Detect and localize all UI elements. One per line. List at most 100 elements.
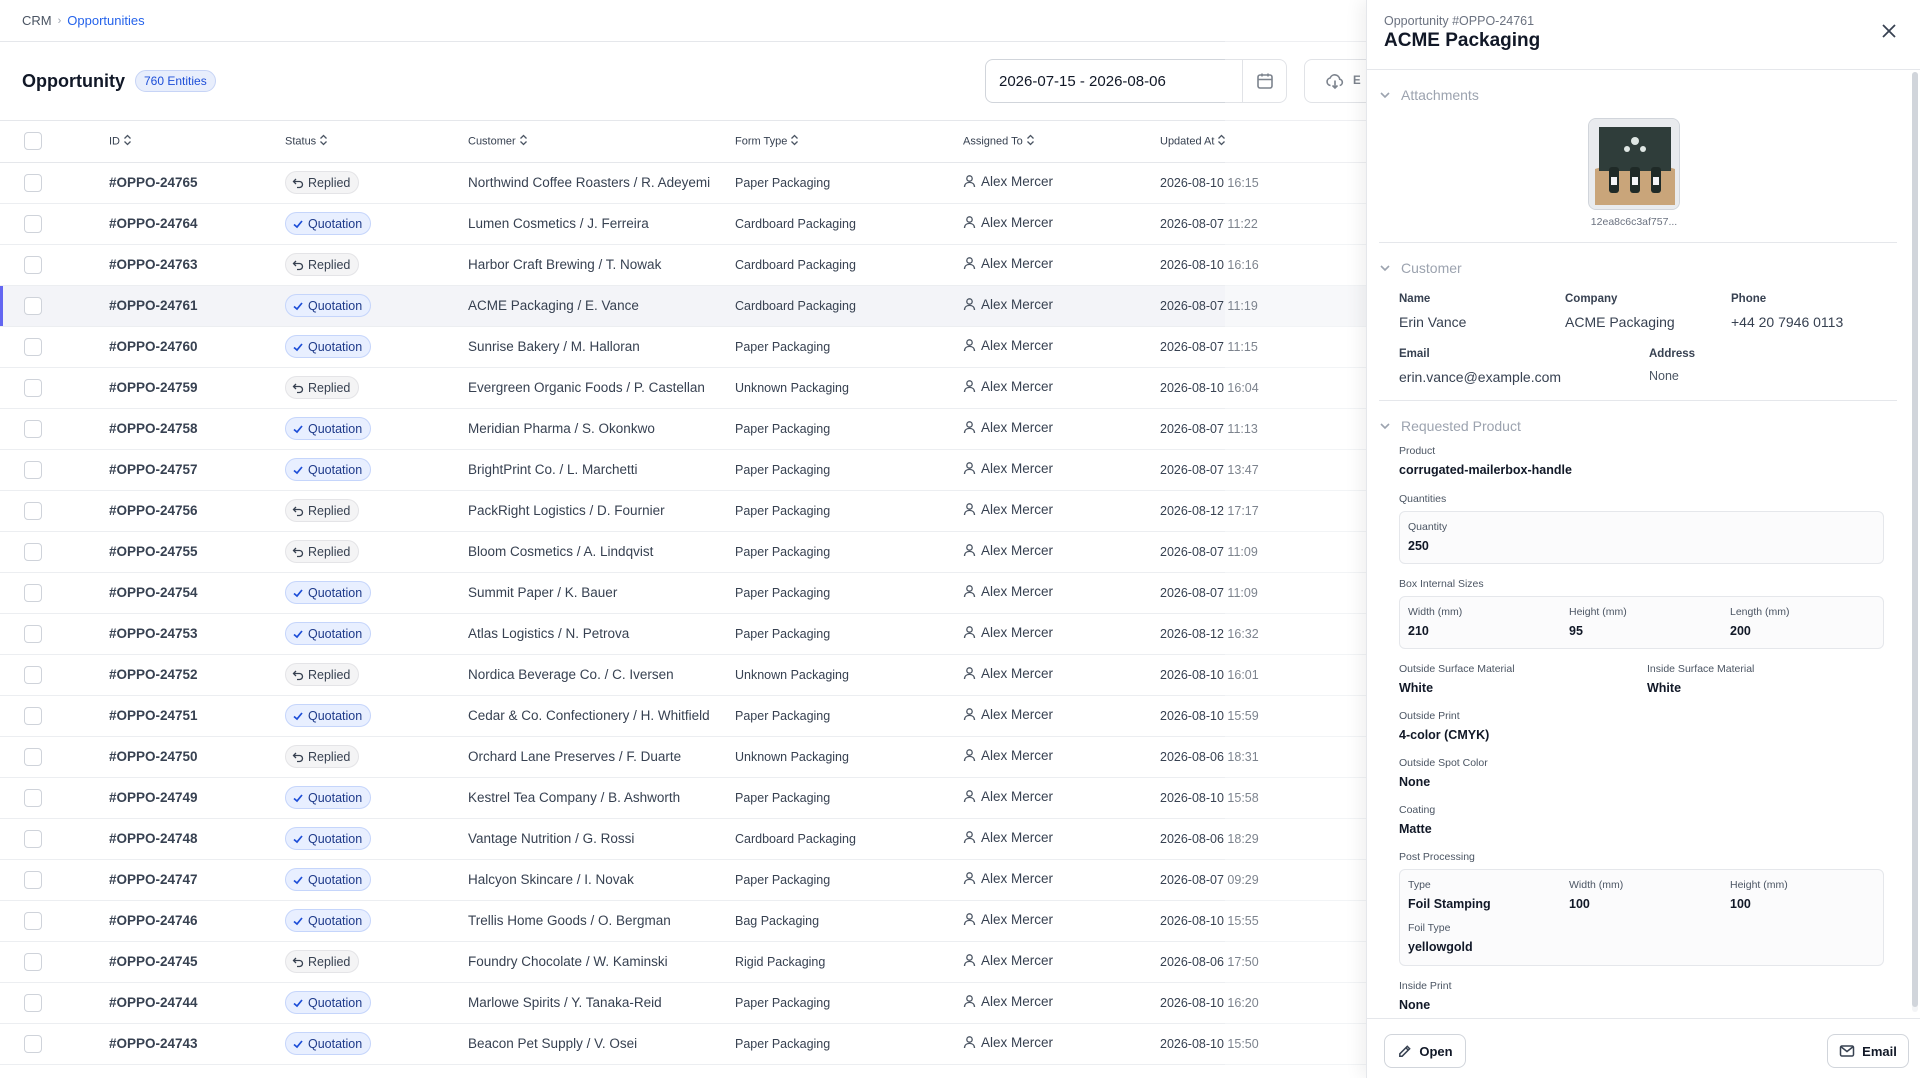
breadcrumb-crm[interactable]: CRM — [22, 13, 52, 28]
attachment-thumbnail[interactable] — [1588, 118, 1680, 210]
table-row[interactable]: #OPPO-24748 Quotation Vantage Nutrition / … — [0, 818, 1366, 860]
row-checkbox[interactable] — [24, 542, 42, 561]
column-header-form-type[interactable]: Form Type — [735, 121, 963, 163]
row-checkbox[interactable] — [24, 747, 42, 766]
table-row[interactable]: #OPPO-24745 Replied Foundry Chocolate / W.… — [0, 941, 1366, 983]
inside-print-value: None — [1399, 998, 1431, 1012]
row-checkbox[interactable] — [24, 1034, 42, 1053]
sort-icon[interactable] — [1026, 134, 1035, 149]
row-id[interactable]: #OPPO-24758 — [109, 408, 285, 450]
row-checkbox[interactable] — [24, 460, 42, 479]
user-icon — [963, 338, 976, 352]
column-header-customer[interactable]: Customer — [468, 121, 735, 163]
row-id[interactable]: #OPPO-24750 — [109, 736, 285, 778]
requested-product-header[interactable]: Requested Product — [1379, 415, 1521, 437]
row-checkbox[interactable] — [24, 952, 42, 971]
table-row[interactable]: #OPPO-24761 Quotation ACME Packaging / E. … — [0, 285, 1366, 327]
table-row[interactable]: #OPPO-24759 Replied Evergreen Organic Food… — [0, 367, 1366, 409]
row-id[interactable]: #OPPO-24763 — [109, 244, 285, 286]
table-row[interactable]: #OPPO-24758 Quotation Meridian Pharma / S.… — [0, 408, 1366, 450]
table-row[interactable]: #OPPO-24754 Quotation Summit Paper / K. Ba… — [0, 572, 1366, 614]
row-checkbox[interactable] — [24, 501, 42, 520]
row-checkbox[interactable] — [24, 378, 42, 397]
row-checkbox[interactable] — [24, 993, 42, 1012]
row-checkbox[interactable] — [24, 911, 42, 930]
row-id[interactable]: #OPPO-24764 — [109, 203, 285, 245]
outside-material-value: White — [1399, 681, 1434, 695]
table-row[interactable]: #OPPO-24752 Replied Nordica Beverage Co. /… — [0, 654, 1366, 696]
row-id[interactable]: #OPPO-24755 — [109, 531, 285, 573]
date-range-input[interactable]: 2026-07-15 - 2026-08-06 — [986, 60, 1242, 102]
column-header-status[interactable]: Status — [285, 121, 468, 163]
panel-title: ACME Packaging — [1384, 30, 1541, 51]
close-button[interactable] — [1880, 22, 1898, 45]
row-checkbox[interactable] — [24, 665, 42, 684]
table-row[interactable]: #OPPO-24747 Quotation Halcyon Skincare / I… — [0, 859, 1366, 901]
table-row[interactable]: #OPPO-24751 Quotation Cedar & Co. Confecti… — [0, 695, 1366, 737]
customer-header[interactable]: Customer — [1379, 257, 1462, 279]
status-label: Quotation — [308, 708, 363, 723]
panel-scrollbar[interactable] — [1912, 72, 1918, 1012]
row-id[interactable]: #OPPO-24765 — [109, 162, 285, 204]
row-checkbox[interactable] — [24, 214, 42, 233]
row-checkbox[interactable] — [24, 296, 42, 315]
row-id[interactable]: #OPPO-24749 — [109, 777, 285, 819]
sort-icon[interactable] — [790, 134, 799, 149]
row-checkbox[interactable] — [24, 255, 42, 274]
row-id[interactable]: #OPPO-24745 — [109, 941, 285, 983]
row-id[interactable]: #OPPO-24743 — [109, 1023, 285, 1065]
table-row[interactable]: #OPPO-24764 Quotation Lumen Cosmetics / J.… — [0, 203, 1366, 245]
row-id[interactable]: #OPPO-24751 — [109, 695, 285, 737]
table-row[interactable]: #OPPO-24765 Replied Northwind Coffee Roast… — [0, 162, 1366, 204]
row-id[interactable]: #OPPO-24757 — [109, 449, 285, 491]
select-all-checkbox[interactable] — [24, 132, 42, 151]
row-checkbox[interactable] — [24, 870, 42, 889]
sort-icon[interactable] — [319, 134, 328, 149]
attachments-header[interactable]: Attachments — [1379, 84, 1479, 106]
row-id[interactable]: #OPPO-24754 — [109, 572, 285, 614]
row-checkbox[interactable] — [24, 624, 42, 643]
row-id[interactable]: #OPPO-24746 — [109, 900, 285, 942]
table-row[interactable]: #OPPO-24746 Quotation Trellis Home Goods /… — [0, 900, 1366, 942]
row-id[interactable]: #OPPO-24752 — [109, 654, 285, 696]
row-checkbox[interactable] — [24, 337, 42, 356]
table-row[interactable]: #OPPO-24753 Quotation Atlas Logistics / N.… — [0, 613, 1366, 655]
row-id[interactable]: #OPPO-24760 — [109, 326, 285, 368]
table-row[interactable]: #OPPO-24743 Quotation Beacon Pet Supply / … — [0, 1023, 1366, 1065]
row-id[interactable]: #OPPO-24759 — [109, 367, 285, 409]
row-id[interactable]: #OPPO-24753 — [109, 613, 285, 655]
column-header-id[interactable]: ID — [109, 121, 285, 163]
sort-icon[interactable] — [519, 134, 528, 149]
breadcrumb-opportunities[interactable]: Opportunities — [67, 13, 144, 28]
table-row[interactable]: #OPPO-24749 Quotation Kestrel Tea Company … — [0, 777, 1366, 819]
row-id[interactable]: #OPPO-24748 — [109, 818, 285, 860]
email-button[interactable]: Email — [1827, 1034, 1909, 1068]
open-button[interactable]: Open — [1384, 1034, 1466, 1068]
row-id[interactable]: #OPPO-24756 — [109, 490, 285, 532]
row-id[interactable]: #OPPO-24744 — [109, 982, 285, 1024]
row-checkbox[interactable] — [24, 788, 42, 807]
row-checkbox[interactable] — [24, 173, 42, 192]
row-checkbox[interactable] — [24, 583, 42, 602]
row-id[interactable]: #OPPO-24747 — [109, 859, 285, 901]
row-checkbox[interactable] — [24, 829, 42, 848]
table-row[interactable]: #OPPO-24750 Replied Orchard Lane Preserves… — [0, 736, 1366, 778]
scrollbar-thumb[interactable] — [1912, 72, 1918, 1007]
table-row[interactable]: #OPPO-24757 Quotation BrightPrint Co. / L.… — [0, 449, 1366, 491]
column-header-assigned-to[interactable]: Assigned To — [963, 121, 1160, 163]
check-icon — [292, 341, 304, 353]
table-row[interactable]: #OPPO-24756 Replied PackRight Logistics / … — [0, 490, 1366, 532]
table-row[interactable]: #OPPO-24744 Quotation Marlowe Spirits / Y.… — [0, 982, 1366, 1024]
attachment-item[interactable]: 12ea8c6c3af757... — [1588, 118, 1684, 228]
row-id[interactable]: #OPPO-24761 — [109, 285, 285, 327]
table-row[interactable]: #OPPO-24763 Replied Harbor Craft Brewing /… — [0, 244, 1366, 286]
user-icon — [963, 789, 976, 803]
status-badge: Replied — [285, 663, 360, 686]
row-select-cell — [0, 285, 109, 327]
status-label: Replied — [308, 749, 351, 764]
row-checkbox[interactable] — [24, 706, 42, 725]
sort-icon[interactable] — [123, 134, 132, 149]
table-row[interactable]: #OPPO-24755 Replied Bloom Cosmetics / A. L… — [0, 531, 1366, 573]
row-checkbox[interactable] — [24, 419, 42, 438]
table-row[interactable]: #OPPO-24760 Quotation Sunrise Bakery / M. … — [0, 326, 1366, 368]
